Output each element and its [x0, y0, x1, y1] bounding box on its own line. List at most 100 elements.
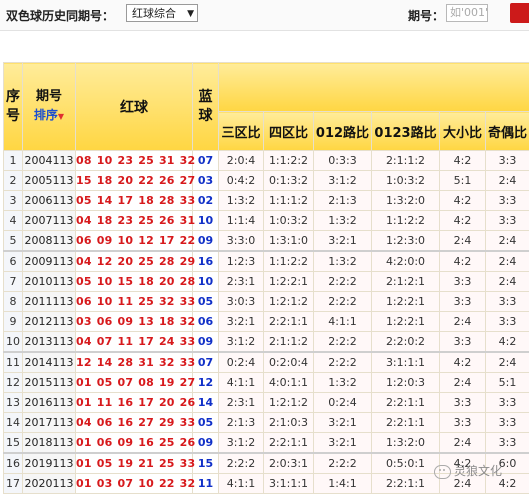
header-ratio-3: 0123路比	[372, 112, 440, 151]
row-ratio-1: 1:1:2:2	[264, 251, 314, 272]
sort-link[interactable]: 排序▼	[23, 106, 75, 126]
row-blue-ball: 05	[193, 413, 219, 433]
row-ratio-3: 1:0:3:2	[372, 171, 440, 191]
header-blue: 蓝球	[193, 63, 219, 151]
header-ratio-0: 三区比	[219, 112, 264, 151]
row-red-balls: 05 10 15 18 20 28	[76, 272, 193, 292]
row-ratio-5: 3:3	[486, 191, 529, 211]
row-ratio-3: 1:2:2:1	[372, 292, 440, 312]
row-ratio-0: 2:1:3	[219, 413, 264, 433]
header-ratio-4: 大小比	[440, 112, 486, 151]
dropdown-arrow-icon: ▼	[187, 5, 194, 23]
watermark: 灵狼文化	[434, 462, 502, 479]
row-ratio-0: 0:4:2	[219, 171, 264, 191]
row-seq: 4	[4, 211, 23, 231]
table-row: 12201511301 05 07 08 19 27124:1:14:0:1:1…	[4, 373, 529, 393]
filter-label: 双色球历史同期号：	[6, 7, 114, 24]
row-blue-ball: 07	[193, 151, 219, 171]
row-period: 2006113	[23, 191, 76, 211]
row-ratio-2: 2:2:2	[314, 292, 372, 312]
table-row: 1200411308 10 23 25 31 32072:0:41:1:2:20…	[4, 151, 529, 171]
row-ratio-0: 1:1:4	[219, 211, 264, 231]
header-period: 期号 排序▼	[23, 63, 76, 151]
row-ratio-3: 1:2:0:3	[372, 373, 440, 393]
row-ratio-4: 3:3	[440, 393, 486, 413]
row-ratio-4: 4:2	[440, 151, 486, 171]
row-ratio-3: 1:2:3:0	[372, 231, 440, 252]
table-row: 9201211303 06 09 13 18 32063:2:12:2:1:14…	[4, 312, 529, 332]
row-blue-ball: 10	[193, 272, 219, 292]
row-red-balls: 04 07 11 17 24 33	[76, 332, 193, 353]
row-red-balls: 05 14 17 18 28 33	[76, 191, 193, 211]
row-ratio-1: 1:0:3:2	[264, 211, 314, 231]
row-seq: 16	[4, 453, 23, 474]
row-seq: 9	[4, 312, 23, 332]
row-seq: 15	[4, 433, 23, 454]
row-ratio-1: 2:1:0:3	[264, 413, 314, 433]
row-ratio-3: 1:3:2:0	[372, 433, 440, 454]
row-ratio-1: 2:0:3:1	[264, 453, 314, 474]
row-ratio-1: 0:2:0:4	[264, 352, 314, 373]
row-ratio-1: 1:2:1:2	[264, 393, 314, 413]
sort-label: 排序	[34, 108, 58, 122]
row-seq: 2	[4, 171, 23, 191]
row-red-balls: 12 14 28 31 32 33	[76, 352, 193, 373]
header-seq: 序号	[4, 63, 23, 151]
row-period: 2014113	[23, 352, 76, 373]
row-ratio-1: 1:2:2:1	[264, 272, 314, 292]
row-period: 2005113	[23, 171, 76, 191]
row-ratio-4: 2:4	[440, 373, 486, 393]
row-ratio-5: 3:3	[486, 312, 529, 332]
row-blue-ball: 05	[193, 292, 219, 312]
row-seq: 6	[4, 251, 23, 272]
row-seq: 8	[4, 292, 23, 312]
row-period: 2008113	[23, 231, 76, 252]
row-period: 2016113	[23, 393, 76, 413]
row-seq: 12	[4, 373, 23, 393]
row-ratio-1: 2:2:1:1	[264, 312, 314, 332]
row-ratio-1: 1:2:1:2	[264, 292, 314, 312]
row-blue-ball: 09	[193, 433, 219, 454]
sort-down-icon: ▼	[58, 112, 64, 121]
row-ratio-0: 2:0:4	[219, 151, 264, 171]
type-select-value: 红球综合	[132, 7, 176, 20]
table-row: 4200711304 18 23 25 26 31101:1:41:0:3:21…	[4, 211, 529, 231]
row-blue-ball: 14	[193, 393, 219, 413]
row-period: 2011113	[23, 292, 76, 312]
row-ratio-5: 2:4	[486, 171, 529, 191]
row-blue-ball: 12	[193, 373, 219, 393]
row-seq: 1	[4, 151, 23, 171]
row-ratio-1: 2:2:1:1	[264, 433, 314, 454]
row-ratio-4: 5:1	[440, 171, 486, 191]
row-ratio-3: 0:5:0:1	[372, 453, 440, 474]
row-ratio-2: 3:1:2	[314, 171, 372, 191]
row-seq: 14	[4, 413, 23, 433]
row-seq: 13	[4, 393, 23, 413]
row-seq: 11	[4, 352, 23, 373]
row-blue-ball: 09	[193, 231, 219, 252]
row-red-balls: 01 11 16 17 20 26	[76, 393, 193, 413]
issue-input[interactable]: 如'001'	[446, 4, 488, 22]
row-red-balls: 06 09 10 12 17 22	[76, 231, 193, 252]
row-seq: 7	[4, 272, 23, 292]
row-ratio-5: 2:4	[486, 231, 529, 252]
table-row: 15201811301 06 09 16 25 26093:1:22:2:1:1…	[4, 433, 529, 454]
issue-label: 期号：	[408, 7, 444, 24]
table-row: 10201311304 07 11 17 24 33093:1:22:1:1:2…	[4, 332, 529, 353]
type-select[interactable]: 红球综合 ▼	[126, 4, 198, 22]
row-ratio-1: 1:1:2:2	[264, 151, 314, 171]
row-ratio-0: 0:2:4	[219, 352, 264, 373]
row-ratio-5: 2:4	[486, 352, 529, 373]
row-ratio-3: 1:2:2:1	[372, 312, 440, 332]
table-row: 6200911304 12 20 25 28 29161:2:31:1:2:21…	[4, 251, 529, 272]
row-ratio-4: 3:3	[440, 332, 486, 353]
row-ratio-0: 2:3:1	[219, 393, 264, 413]
row-ratio-2: 2:2:2	[314, 272, 372, 292]
row-ratio-3: 2:1:2:1	[372, 272, 440, 292]
query-button[interactable]	[510, 3, 529, 23]
row-ratio-5: 3:3	[486, 211, 529, 231]
row-ratio-0: 3:2:1	[219, 312, 264, 332]
row-ratio-2: 0:2:4	[314, 393, 372, 413]
row-ratio-3: 2:1:1:2	[372, 151, 440, 171]
row-ratio-5: 3:3	[486, 151, 529, 171]
